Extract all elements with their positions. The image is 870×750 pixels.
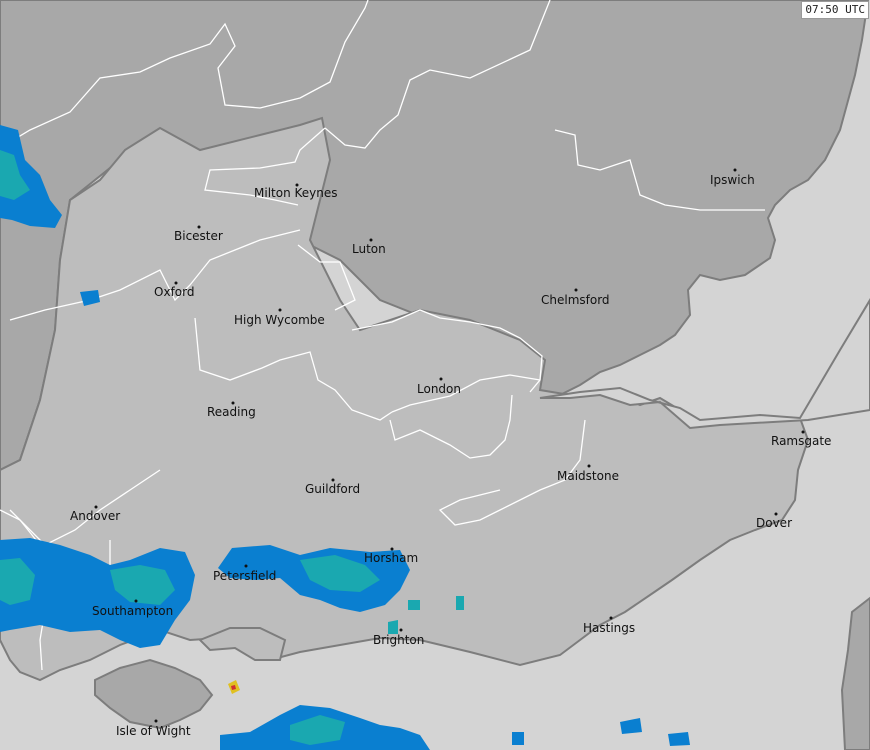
place-label: Milton Keynes [254,186,337,200]
place-marker [609,616,613,620]
place-label: Ramsgate [771,434,831,448]
place-label: Petersfield [213,569,276,583]
place-luton[interactable]: Luton [352,238,386,257]
place-marker [587,464,591,468]
place-label: Guildford [305,482,360,496]
place-label: Oxford [154,285,194,299]
place-guildford[interactable]: Guildford [305,478,360,497]
place-marker [278,308,282,312]
radar-map[interactable]: Milton Keynes Bicester Luton Ipswich Oxf… [0,0,870,750]
place-marker [134,599,138,603]
place-milton-keynes[interactable]: Milton Keynes [254,183,337,201]
place-label: Andover [70,509,120,523]
place-horsham[interactable]: Horsham [364,547,418,566]
place-label: Isle of Wight [116,724,191,738]
place-label: Southampton [92,604,173,618]
place-label: Chelmsford [541,293,610,307]
place-marker [399,628,403,632]
place-bicester[interactable]: Bicester [174,225,223,244]
timestamp-label: 07:50 UTC [801,1,869,19]
place-oxford[interactable]: Oxford [154,281,194,300]
place-marker [439,377,443,381]
place-marker [154,719,158,723]
place-label: Hastings [583,621,635,635]
place-marker [733,168,737,172]
place-andover[interactable]: Andover [70,505,120,524]
place-ramsgate[interactable]: Ramsgate [771,430,831,449]
place-label: Bicester [174,229,223,243]
place-label: Maidstone [557,469,619,483]
place-marker [574,288,578,292]
place-label: Reading [207,405,256,419]
place-label: Ipswich [710,173,755,187]
place-reading[interactable]: Reading [207,401,256,420]
place-label: High Wycombe [234,313,325,327]
place-marker [244,564,248,568]
place-label: Luton [352,242,386,256]
map-canvas: Milton Keynes Bicester Luton Ipswich Oxf… [0,0,870,750]
place-label: Dover [756,516,792,530]
place-label: Horsham [364,551,418,565]
place-label: London [417,382,461,396]
place-dover[interactable]: Dover [756,512,792,531]
place-label: Brighton [373,633,424,647]
